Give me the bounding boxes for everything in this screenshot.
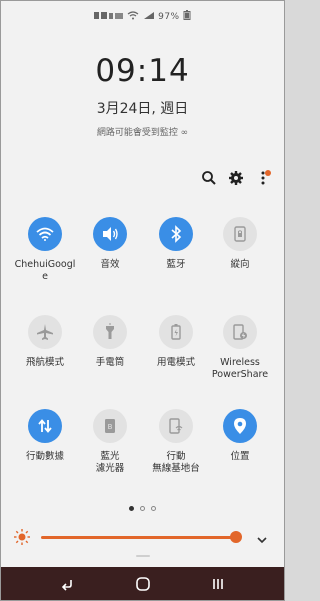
- tile-label: 縱向: [230, 259, 250, 270]
- page-dot[interactable]: [151, 506, 156, 511]
- tile-label: 行動數據: [25, 451, 64, 462]
- flashlight-icon: [93, 315, 127, 349]
- page-dot[interactable]: [140, 506, 145, 511]
- page-indicator: [1, 506, 284, 511]
- tile-label: ChehuiGoogle: [14, 259, 76, 282]
- tile-mobile-data[interactable]: 行動數據: [13, 409, 77, 463]
- brightness-control: [13, 526, 275, 548]
- wireless-powershare-icon: [223, 315, 257, 349]
- tile-flashlight[interactable]: 手電筒: [78, 315, 142, 369]
- brightness-slider-thumb[interactable]: [229, 531, 242, 543]
- search-icon[interactable]: [200, 169, 218, 187]
- tile-mobile-hotspot[interactable]: 行動 無線基地台: [144, 409, 208, 475]
- tile-label: Wireless PowerShare: [211, 357, 269, 380]
- panel-drag-handle[interactable]: [136, 555, 150, 557]
- tile-blue-light-filter[interactable]: B 藍光 濾光器: [78, 409, 142, 475]
- page-dot[interactable]: [129, 506, 134, 511]
- tile-location[interactable]: 位置: [208, 409, 272, 463]
- recents-icon[interactable]: [208, 574, 228, 594]
- navigation-bar: [1, 567, 284, 600]
- more-vert-icon[interactable]: [255, 169, 273, 187]
- brightness-slider-track[interactable]: [41, 536, 236, 539]
- mobile-data-icon: [28, 409, 62, 443]
- tile-label: 藍牙: [166, 259, 186, 270]
- bluetooth-icon: [159, 217, 193, 251]
- tile-label: 音效: [100, 259, 120, 270]
- tile-label: 位置: [230, 451, 250, 462]
- blue-light-filter-icon: B: [93, 409, 127, 443]
- wifi-status-icon: [127, 10, 139, 23]
- tile-label: 藍光 濾光器: [95, 451, 125, 474]
- tile-label: 飛航模式: [25, 357, 64, 368]
- battery-mode-icon: [159, 315, 193, 349]
- battery-percent: 97%: [158, 12, 180, 22]
- wifi-icon: [28, 217, 62, 251]
- airplane-icon: [28, 315, 62, 349]
- clock-time: 09:14: [95, 53, 190, 89]
- gear-icon[interactable]: [227, 169, 245, 187]
- tile-wireless-powershare[interactable]: Wireless PowerShare: [208, 315, 272, 381]
- battery-icon: [183, 10, 191, 23]
- tile-label: 手電筒: [95, 357, 125, 368]
- tile-portrait[interactable]: 縱向: [208, 217, 272, 271]
- mobile-hotspot-icon: [159, 409, 193, 443]
- tile-label: 行動 無線基地台: [152, 451, 200, 474]
- rotation-lock-icon: [223, 217, 257, 251]
- chevron-down-icon[interactable]: [256, 531, 268, 550]
- tile-wifi[interactable]: ChehuiGoogle: [13, 217, 77, 283]
- tile-label: 用電模式: [156, 357, 195, 368]
- cellular-icon: [143, 11, 155, 23]
- back-icon[interactable]: [57, 574, 77, 594]
- tile-power-mode[interactable]: 用電模式: [144, 315, 208, 369]
- svg-text:B: B: [108, 423, 113, 431]
- volume-icon: [93, 217, 127, 251]
- status-bar: 97%: [1, 10, 284, 23]
- tile-sound[interactable]: 音效: [78, 217, 142, 271]
- signal-icon: [93, 11, 124, 23]
- tile-airplane[interactable]: 飛航模式: [13, 315, 77, 369]
- sun-icon: [13, 528, 31, 550]
- clock-date: 3月24日, 週日: [96, 101, 189, 117]
- quick-settings-panel: 97% 09:14 3月24日, 週日 網路可能會受到監控 ∞ ChehuiGo…: [0, 0, 285, 601]
- location-icon: [223, 409, 257, 443]
- tile-bluetooth[interactable]: 藍牙: [144, 217, 208, 271]
- home-icon[interactable]: [133, 574, 153, 594]
- network-monitor-notice: 網路可能會受到監控 ∞: [96, 128, 189, 138]
